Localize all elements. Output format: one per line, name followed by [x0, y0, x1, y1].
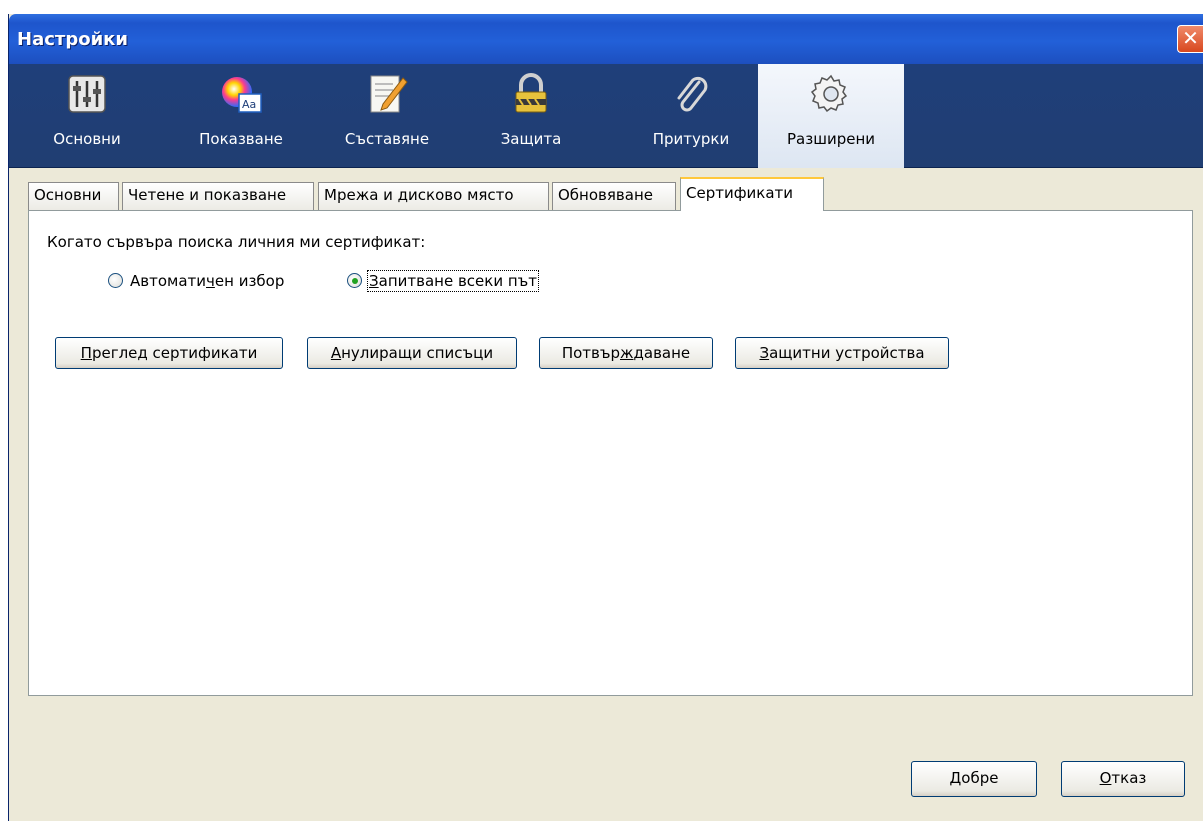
radio-ask-every-time[interactable]: Запитване всеки път	[347, 270, 587, 292]
color-font-icon: Aa	[222, 77, 262, 113]
view-certificates-button[interactable]: Преглед сертификати	[55, 337, 283, 369]
settings-window: Настройки ✕ Основни Aa Показване Съставя…	[8, 14, 1203, 821]
ok-button[interactable]: Добре	[911, 761, 1037, 797]
subtab-certificates-label: Сертификати	[686, 184, 794, 202]
lock-icon	[515, 73, 547, 113]
radio-auto-select[interactable]: Автоматичен избор	[108, 272, 328, 292]
gear-icon	[810, 74, 848, 113]
toolbar-security-label: Защита	[500, 130, 562, 148]
subtab-update[interactable]: Обновяване	[552, 182, 676, 210]
toolbar-attachments[interactable]: Притурки	[627, 64, 755, 168]
certificate-request-label: Когато сървъра поиска личния ми сертифик…	[47, 233, 426, 251]
subtab-certificates[interactable]: Сертификати	[680, 177, 824, 211]
subtab-general-label: Основни	[34, 186, 102, 204]
toolbar-display[interactable]: Aa Показване	[179, 64, 303, 168]
toolbar-advanced-label: Разширени	[787, 130, 875, 148]
toolbar-display-label: Показване	[199, 130, 283, 148]
title-bar[interactable]: Настройки ✕	[9, 14, 1203, 64]
certificates-panel: Когато сървъра поиска личния ми сертифик…	[28, 210, 1193, 696]
radio-auto-select-label: Автоматичен избор	[130, 272, 285, 290]
subtab-reading-display[interactable]: Четене и показване	[122, 182, 314, 210]
toolbar-compose[interactable]: Съставяне	[325, 64, 449, 168]
window-title: Настройки	[17, 29, 129, 50]
subtab-network-disk-label: Мрежа и дисково място	[324, 186, 514, 204]
svg-text:Aa: Aa	[242, 98, 256, 111]
cancel-button[interactable]: Отказ	[1061, 761, 1185, 797]
radio-auto-select-button[interactable]	[108, 273, 123, 288]
subtab-general[interactable]: Основни	[28, 182, 119, 210]
close-button[interactable]: ✕	[1177, 25, 1203, 53]
radio-selected-dot	[351, 277, 358, 284]
radio-ask-every-time-button[interactable]	[347, 273, 362, 288]
validation-button[interactable]: Потвърждаване	[539, 337, 713, 369]
security-devices-button[interactable]: Защитни устройства	[735, 337, 949, 369]
toolbar-general[interactable]: Основни	[27, 64, 147, 168]
revocation-lists-button[interactable]: Анулиращи списъци	[307, 337, 517, 369]
toolbar-general-label: Основни	[53, 130, 121, 148]
sliders-icon	[68, 75, 106, 113]
toolbar-compose-label: Съставяне	[344, 130, 430, 148]
paperclip-icon	[677, 76, 708, 112]
subtab-reading-display-label: Четене и показване	[128, 186, 287, 204]
toolbar-security[interactable]: Защита	[475, 64, 587, 168]
compose-pencil-icon	[370, 75, 408, 113]
preferences-toolbar: Основни Aa Показване Съставяне Защита Пр…	[9, 64, 1203, 168]
toolbar-advanced[interactable]: Разширени	[758, 64, 904, 168]
subtab-network-disk[interactable]: Мрежа и дисково място	[318, 182, 549, 210]
toolbar-attachments-label: Притурки	[652, 130, 730, 148]
radio-ask-every-time-label: Запитване всеки път	[367, 270, 539, 292]
close-icon: ✕	[1182, 26, 1199, 50]
subtab-update-label: Обновяване	[558, 186, 653, 204]
